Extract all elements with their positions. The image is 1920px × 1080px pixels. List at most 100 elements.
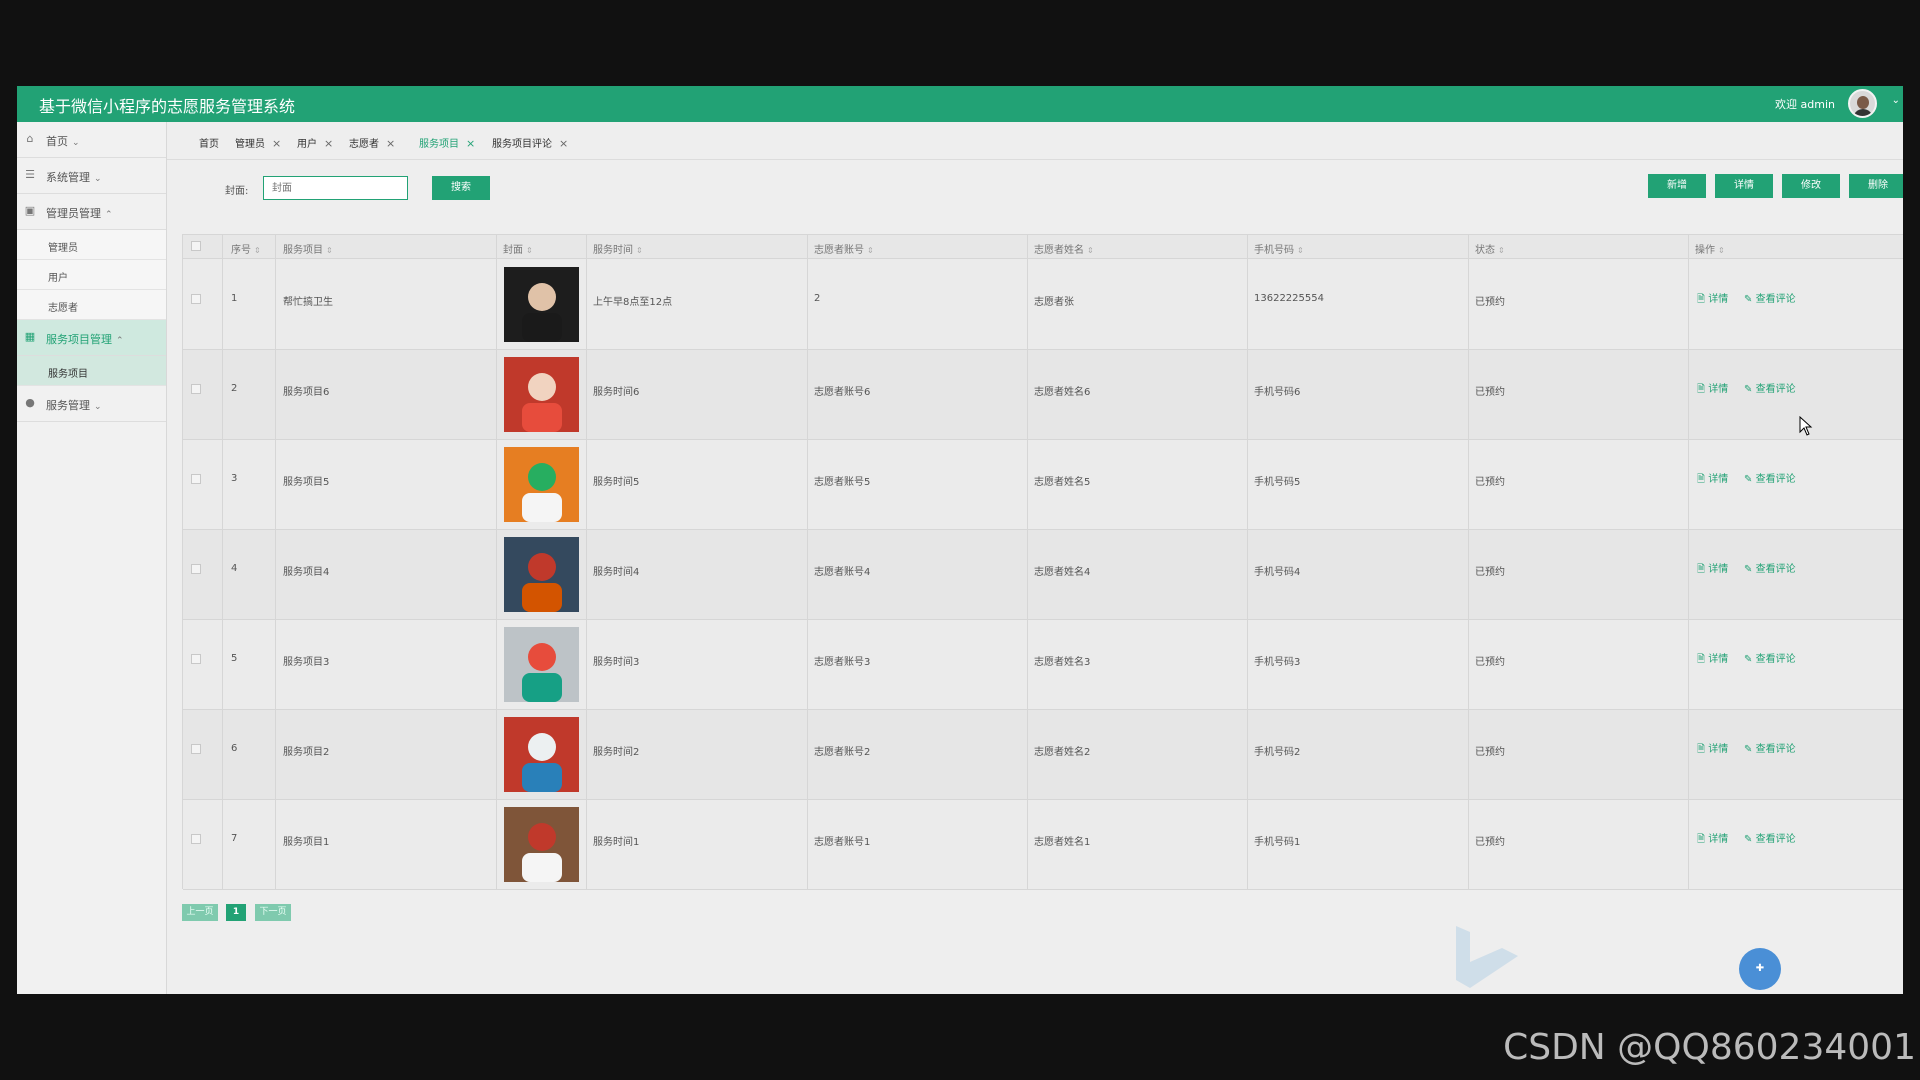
- cover-search-input[interactable]: [263, 176, 408, 200]
- comment-icon: ✎: [1744, 654, 1753, 665]
- row-checkbox[interactable]: [191, 294, 201, 304]
- header-account[interactable]: 志愿者账号 ⇕: [814, 241, 874, 256]
- edit-button[interactable]: 修改: [1782, 174, 1840, 198]
- sidebar-subitem-service-project[interactable]: 服务项目: [17, 356, 166, 386]
- cell-project: 服务项目4: [283, 567, 330, 578]
- chevron-down-icon[interactable]: ⌄: [1892, 95, 1900, 106]
- document-icon: 🗎: [1697, 744, 1706, 755]
- table-row[interactable]: 5 服务项目3 服务时间3 志愿者账号3 志愿者姓名3 手机号码3 已预约 🗎 详情 ✎ 查看评…: [183, 620, 1903, 710]
- row-detail-link[interactable]: 🗎 详情: [1697, 560, 1728, 579]
- sidebar-item-label: 管理员管理: [46, 207, 101, 220]
- table-row[interactable]: 7 服务项目1 服务时间1 志愿者账号1 志愿者姓名1 手机号码1 已预约 🗎 详情 ✎ 查看评…: [183, 800, 1903, 890]
- detail-button[interactable]: 详情: [1715, 174, 1773, 198]
- table-row[interactable]: 1 帮忙搞卫生 上午早8点至12点 2 志愿者张 13622225554 已预约 🗎 详情 ✎ …: [183, 260, 1903, 350]
- row-detail-link[interactable]: 🗎 详情: [1697, 740, 1728, 759]
- header-status[interactable]: 状态 ⇕: [1475, 241, 1505, 256]
- header-name[interactable]: 志愿者姓名 ⇕: [1034, 241, 1094, 256]
- close-icon[interactable]: ×: [272, 137, 281, 150]
- row-comments-link[interactable]: ✎ 查看评论: [1744, 740, 1796, 755]
- tab-admins[interactable]: 管理员 ×: [235, 135, 281, 150]
- cell-time: 服务时间1: [593, 837, 640, 848]
- delete-button[interactable]: 删除: [1849, 174, 1903, 198]
- top-bar: 基于微信小程序的志愿服务管理系统 欢迎 admin ⌄: [17, 86, 1903, 122]
- cell-no: 5: [231, 653, 238, 664]
- header-cover[interactable]: 封面 ⇕: [503, 241, 533, 256]
- add-button[interactable]: 新增: [1648, 174, 1706, 198]
- sidebar-subitem-users[interactable]: 用户: [17, 260, 166, 290]
- row-comments-link[interactable]: ✎ 查看评论: [1744, 380, 1796, 395]
- sort-icon: ⇕: [1297, 246, 1304, 255]
- table-row[interactable]: 3 服务项目5 服务时间5 志愿者账号5 志愿者姓名5 手机号码5 已预约 🗎 详情 ✎ 查看评…: [183, 440, 1903, 530]
- header-no[interactable]: 序号 ⇕: [231, 241, 261, 256]
- cell-account: 志愿者账号6: [814, 387, 871, 398]
- sidebar-subitem-admins[interactable]: 管理员: [17, 230, 166, 260]
- avatar[interactable]: [1848, 89, 1877, 118]
- row-comments-link[interactable]: ✎ 查看评论: [1744, 650, 1796, 665]
- tab-users[interactable]: 用户 ×: [297, 135, 333, 150]
- row-checkbox[interactable]: [191, 654, 201, 664]
- document-icon: 🗎: [1697, 384, 1706, 395]
- sidebar-item-home[interactable]: ⌂ 首页 ⌄: [17, 122, 166, 158]
- search-button[interactable]: 搜索: [432, 176, 490, 200]
- server-icon: ☰: [25, 168, 35, 181]
- sort-icon: ⇕: [1498, 246, 1505, 255]
- tab-volunteers[interactable]: 志愿者 ×: [349, 135, 395, 150]
- row-detail-link[interactable]: 🗎 详情: [1697, 470, 1728, 489]
- chevron-down-icon: ⌄: [94, 402, 102, 412]
- cell-phone: 手机号码4: [1254, 567, 1301, 578]
- next-page-button[interactable]: 下一页: [255, 904, 291, 921]
- row-checkbox[interactable]: [191, 834, 201, 844]
- close-icon[interactable]: ×: [559, 137, 568, 150]
- tab-service-comments[interactable]: 服务项目评论 ×: [492, 135, 568, 150]
- row-checkbox[interactable]: [191, 564, 201, 574]
- select-all-checkbox[interactable]: [191, 241, 201, 251]
- row-detail-link[interactable]: 🗎 详情: [1697, 830, 1728, 849]
- row-comments-link[interactable]: ✎ 查看评论: [1744, 830, 1796, 845]
- cell-time: 服务时间6: [593, 387, 640, 398]
- prev-page-button[interactable]: 上一页: [182, 904, 218, 921]
- sidebar-subitem-volunteers[interactable]: 志愿者: [17, 290, 166, 320]
- sort-icon: ⇕: [326, 246, 333, 255]
- table-row[interactable]: 6 服务项目2 服务时间2 志愿者账号2 志愿者姓名2 手机号码2 已预约 🗎 详情 ✎ 查看评…: [183, 710, 1903, 800]
- cell-status: 已预约: [1475, 657, 1505, 668]
- row-checkbox[interactable]: [191, 474, 201, 484]
- assistant-float-icon[interactable]: ✚: [1739, 948, 1781, 990]
- sort-icon: ⇕: [254, 246, 261, 255]
- table-row[interactable]: 2 服务项目6 服务时间6 志愿者账号6 志愿者姓名6 手机号码6 已预约 🗎 详情 ✎ 查看评…: [183, 350, 1903, 440]
- sidebar-item-system[interactable]: ☰ 系统管理 ⌄: [17, 158, 166, 194]
- header-time[interactable]: 服务时间 ⇕: [593, 241, 643, 256]
- row-comments-link[interactable]: ✎ 查看评论: [1744, 290, 1796, 305]
- row-checkbox[interactable]: [191, 744, 201, 754]
- page-1-button[interactable]: 1: [226, 904, 246, 921]
- sidebar-item-service-projects[interactable]: ▦ 服务项目管理 ⌃: [17, 320, 166, 356]
- cell-account: 2: [814, 293, 821, 304]
- table-row[interactable]: 4 服务项目4 服务时间4 志愿者账号4 志愿者姓名4 手机号码4 已预约 🗎 详情 ✎ 查看评…: [183, 530, 1903, 620]
- row-detail-link[interactable]: 🗎 详情: [1697, 290, 1728, 309]
- close-icon[interactable]: ×: [466, 137, 475, 150]
- document-icon: 🗎: [1697, 564, 1706, 575]
- cell-no: 3: [231, 473, 238, 484]
- cell-no: 2: [231, 383, 238, 394]
- row-comments-link[interactable]: ✎ 查看评论: [1744, 560, 1796, 575]
- sidebar-item-services[interactable]: ● 服务管理 ⌄: [17, 386, 166, 422]
- cell-name: 志愿者姓名6: [1034, 387, 1091, 398]
- header-actions[interactable]: 操作 ⇕: [1695, 241, 1725, 256]
- comment-icon: ✎: [1744, 564, 1753, 575]
- close-icon[interactable]: ×: [324, 137, 333, 150]
- tab-service-projects[interactable]: 服务项目 ×: [419, 135, 475, 150]
- header-phone[interactable]: 手机号码 ⇕: [1254, 241, 1304, 256]
- tab-home[interactable]: 首页: [199, 135, 219, 150]
- header-project[interactable]: 服务项目 ⇕: [283, 241, 333, 256]
- row-comments-link[interactable]: ✎ 查看评论: [1744, 470, 1796, 485]
- cell-time: 上午早8点至12点: [593, 297, 673, 308]
- close-icon[interactable]: ×: [386, 137, 395, 150]
- tab-bar: 首页 管理员 × 用户 × 志愿者 × 服务项目 × 服务项目评论 ×: [167, 122, 1903, 160]
- row-detail-link[interactable]: 🗎 详情: [1697, 380, 1728, 399]
- cover-image: [504, 537, 579, 612]
- row-checkbox[interactable]: [191, 384, 201, 394]
- row-detail-link[interactable]: 🗎 详情: [1697, 650, 1728, 669]
- sidebar-item-admin[interactable]: ▣ 管理员管理 ⌃: [17, 194, 166, 230]
- cover-image: [504, 807, 579, 882]
- cell-project: 服务项目2: [283, 747, 330, 758]
- cell-name: 志愿者姓名1: [1034, 837, 1091, 848]
